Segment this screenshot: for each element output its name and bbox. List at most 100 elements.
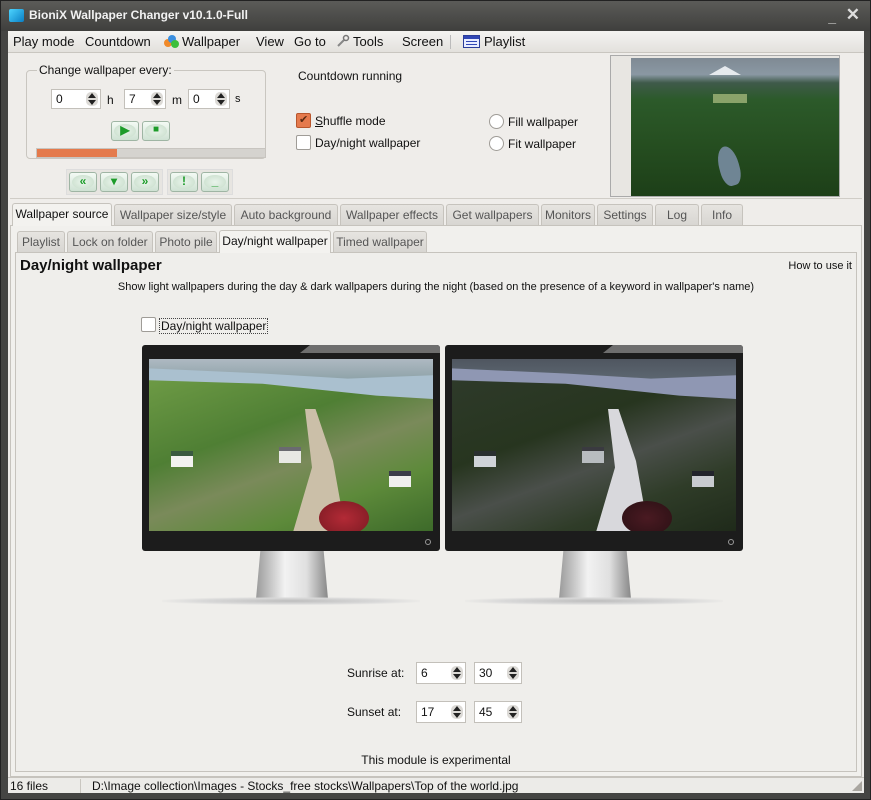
minimize-to-tray-button[interactable]: _ bbox=[201, 172, 229, 192]
chevron-down-icon: ▾ bbox=[110, 174, 118, 188]
monitor-base bbox=[162, 597, 420, 605]
sunrise-minute-spinner[interactable]: 30 bbox=[474, 662, 522, 684]
playlist-icon bbox=[463, 35, 480, 48]
sub-tab-playlist[interactable]: Playlist bbox=[17, 231, 65, 252]
shuffle-mode-label[interactable]: Shuffle mode bbox=[315, 114, 386, 128]
night-monitor-illustration bbox=[445, 345, 743, 609]
countdown-status: Countdown running bbox=[298, 69, 403, 83]
fill-wallpaper-label[interactable]: Fill wallpaper bbox=[508, 115, 578, 129]
main-tab-get-wallpapers[interactable]: Get wallpapers bbox=[446, 204, 539, 225]
night-wallpaper-image bbox=[452, 359, 736, 531]
minutes-spin-arrows[interactable] bbox=[151, 92, 163, 106]
seconds-spinner[interactable]: 0 bbox=[188, 89, 230, 109]
previous-wallpaper-button[interactable]: « bbox=[69, 172, 97, 192]
hours-value: 0 bbox=[56, 92, 63, 106]
menu-view[interactable]: View bbox=[256, 34, 284, 49]
fill-wallpaper-radio[interactable] bbox=[489, 114, 504, 129]
hours-spin-arrows[interactable] bbox=[86, 92, 98, 106]
sunset-hour-value: 17 bbox=[421, 705, 435, 719]
menu-go-to[interactable]: Go to bbox=[294, 34, 326, 49]
main-tab-wallpaper-source[interactable]: Wallpaper source bbox=[12, 203, 112, 226]
minimize-button[interactable]: _ bbox=[828, 9, 836, 25]
sunset-minute-value: 45 bbox=[479, 705, 493, 719]
monitor-stand bbox=[559, 551, 631, 599]
app-window: BioniX Wallpaper Changer v10.1.0-Full _ … bbox=[0, 0, 871, 800]
day-night-option-label[interactable]: Day/night wallpaper bbox=[315, 136, 420, 150]
menu-wallpaper-label: Wallpaper bbox=[182, 34, 241, 49]
sunrise-label: Sunrise at: bbox=[347, 666, 405, 680]
app-icon bbox=[9, 9, 24, 22]
window-title: BioniX Wallpaper Changer v10.1.0-Full bbox=[29, 8, 248, 22]
menu-separator bbox=[450, 35, 451, 49]
menu-wallpaper[interactable]: Wallpaper bbox=[164, 34, 240, 49]
main-tab-wallpaper-effects[interactable]: Wallpaper effects bbox=[340, 204, 444, 225]
title-bar: BioniX Wallpaper Changer v10.1.0-Full _ … bbox=[1, 1, 870, 31]
file-count: 16 files bbox=[10, 779, 49, 793]
day-night-option-checkbox[interactable] bbox=[296, 135, 311, 150]
menu-tools[interactable]: Tools bbox=[336, 34, 383, 49]
enable-day-night-checkbox[interactable] bbox=[141, 317, 156, 332]
seconds-spin-arrows[interactable] bbox=[215, 92, 227, 106]
sunrise-hour-value: 6 bbox=[421, 666, 428, 680]
panel-description: Show light wallpapers during the day & d… bbox=[117, 281, 755, 293]
monitor-base bbox=[465, 597, 723, 605]
minutes-value: 7 bbox=[129, 92, 136, 106]
sub-tab-photo-pile[interactable]: Photo pile bbox=[155, 231, 217, 252]
main-tab-log[interactable]: Log bbox=[655, 204, 699, 225]
main-tab-info[interactable]: Info bbox=[701, 204, 743, 225]
resize-grip[interactable] bbox=[852, 781, 862, 791]
hours-unit: h bbox=[107, 93, 114, 107]
menu-countdown[interactable]: Countdown bbox=[85, 34, 151, 49]
how-to-use-link[interactable]: How to use it bbox=[788, 260, 852, 272]
close-button[interactable]: ✕ bbox=[846, 5, 860, 25]
sub-tab-lock-on-folder[interactable]: Lock on folder bbox=[67, 231, 153, 252]
menu-tools-label: Tools bbox=[353, 34, 384, 49]
options-dropdown-button[interactable]: ▾ bbox=[100, 172, 128, 192]
next-wallpaper-button[interactable]: » bbox=[131, 172, 159, 192]
power-icon bbox=[728, 539, 734, 545]
sunset-minute-arrows[interactable] bbox=[507, 705, 519, 719]
main-tab-auto-background[interactable]: Auto background bbox=[234, 204, 338, 225]
navigation-button-group: « ▾ » bbox=[66, 169, 163, 195]
minutes-spinner[interactable]: 7 bbox=[124, 89, 166, 109]
sunrise-minute-arrows[interactable] bbox=[507, 666, 519, 680]
main-tab-wallpaper-size-style[interactable]: Wallpaper size/style bbox=[114, 204, 232, 225]
countdown-progress-bar bbox=[36, 148, 266, 158]
fit-wallpaper-label[interactable]: Fit wallpaper bbox=[508, 137, 576, 151]
stop-icon: ■ bbox=[152, 124, 160, 135]
status-bar: 16 files D:\Image collection\Images - St… bbox=[8, 777, 864, 793]
sunrise-minute-value: 30 bbox=[479, 666, 493, 680]
wallpaper-source-tab-body: Playlist Lock on folder Photo pile Day/nigh… bbox=[10, 225, 862, 777]
menu-bar: Play mode Countdown Wallpaper View Go to… bbox=[8, 31, 864, 53]
fit-wallpaper-radio[interactable] bbox=[489, 136, 504, 151]
menu-screen[interactable]: Screen bbox=[402, 34, 443, 49]
day-wallpaper-image bbox=[149, 359, 433, 531]
minimize-icon: _ bbox=[211, 174, 219, 188]
wallpaper-thumbnail bbox=[631, 58, 839, 196]
day-monitor-illustration bbox=[142, 345, 440, 609]
hours-spinner[interactable]: 0 bbox=[51, 89, 101, 109]
sunset-minute-spinner[interactable]: 45 bbox=[474, 701, 522, 723]
alert-button[interactable]: ! bbox=[170, 172, 198, 192]
shuffle-mode-checkbox[interactable] bbox=[296, 113, 311, 128]
sunrise-hour-spinner[interactable]: 6 bbox=[416, 662, 466, 684]
sunset-hour-arrows[interactable] bbox=[451, 705, 463, 719]
current-wallpaper-preview[interactable] bbox=[610, 55, 840, 197]
menu-play-mode[interactable]: Play mode bbox=[13, 34, 74, 49]
menu-playlist[interactable]: Playlist bbox=[463, 34, 525, 49]
sunset-hour-spinner[interactable]: 17 bbox=[416, 701, 466, 723]
night-monitor-bezel bbox=[445, 345, 743, 551]
enable-day-night-label[interactable]: Day/night wallpaper bbox=[159, 318, 269, 334]
change-interval-group: Change wallpaper every: 0 h 7 m 0 s ▶ ■ bbox=[26, 63, 266, 159]
play-button[interactable]: ▶ bbox=[111, 121, 139, 141]
sub-tab-timed-wallpaper[interactable]: Timed wallpaper bbox=[333, 231, 427, 252]
sub-tab-day-night-wallpaper[interactable]: Day/night wallpaper bbox=[219, 230, 331, 253]
experimental-note: This module is experimental bbox=[361, 753, 511, 767]
main-tab-settings[interactable]: Settings bbox=[597, 204, 653, 225]
play-icon: ▶ bbox=[120, 123, 130, 137]
main-tab-monitors[interactable]: Monitors bbox=[541, 204, 595, 225]
sunrise-hour-arrows[interactable] bbox=[451, 666, 463, 680]
stop-button[interactable]: ■ bbox=[142, 121, 170, 141]
seconds-unit: s bbox=[235, 93, 241, 105]
monitor-stand bbox=[256, 551, 328, 599]
